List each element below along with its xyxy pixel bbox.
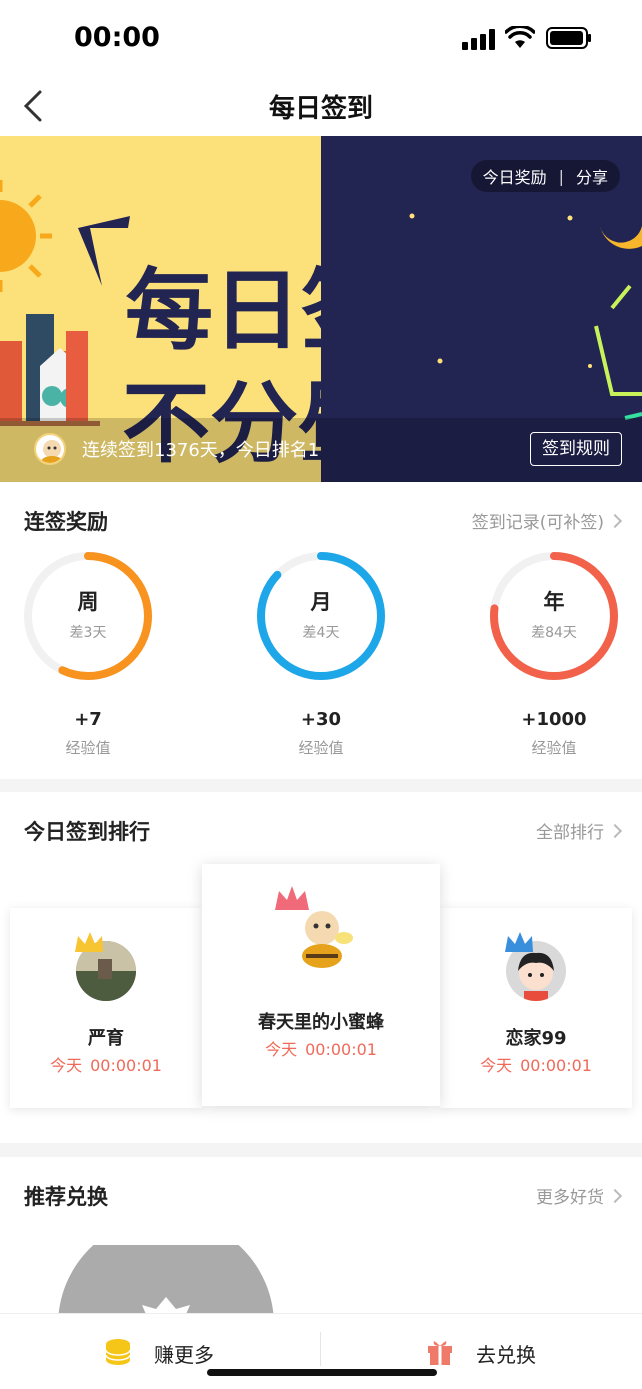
coins-icon [105, 1339, 131, 1365]
streak-rewards-card: 连签奖励 签到记录(可补签) 周 差3天 +7 经验值 月 差4天 +30 经验… [0, 482, 642, 779]
ring-remaining: 差4天 [302, 625, 340, 641]
sign-in-rules-button[interactable]: 签到规则 [530, 432, 622, 466]
daily-ranking-card: 今日签到排行 全部排行 严育 今天 00:00:01 恋家99 今天 00:00… [0, 792, 642, 1143]
city-skyline-illustration [0, 314, 100, 426]
ring-label: 月 [310, 590, 332, 614]
share-link[interactable]: 分享 [576, 164, 608, 188]
reward-value: +1000 [521, 709, 587, 730]
rank-name: 恋家99 [505, 1028, 567, 1049]
crown-icon [275, 886, 309, 910]
reward-value: +7 [74, 709, 102, 730]
reward-unit: 经验值 [531, 739, 577, 757]
rank-card-third[interactable]: 恋家99 今天 00:00:01 [440, 908, 632, 1108]
rank-time: 今天 00:00:01 [480, 1056, 592, 1075]
banner-headline-line1: 每日签到 [125, 259, 477, 362]
today-reward-link[interactable]: 今日奖励 [483, 164, 547, 188]
wifi-icon [505, 26, 535, 48]
banner-streak-bar: 连续签到1376天，今日排名1 签到规则 [0, 418, 642, 482]
rank-card-first[interactable]: 春天里的小蜜蜂 今天 00:00:01 [202, 864, 440, 1106]
moon-icon [600, 216, 642, 249]
all-ranking-link[interactable]: 全部排行 [536, 818, 623, 843]
ring-remaining: 差3天 [69, 625, 107, 641]
month-reward-ring: 月 差4天 [255, 550, 387, 682]
progress-ring [257, 552, 385, 680]
year-reward-ring: 年 差84天 [488, 550, 620, 682]
recommended-exchange-card: 推荐兑换 更多好货 [0, 1157, 642, 1317]
pill-separator: | [558, 166, 564, 186]
go-exchange-label: 去兑换 [476, 1343, 536, 1367]
streak-text: 连续签到1376天，今日排名1 [82, 440, 320, 461]
week-reward-ring: 周 差3天 [22, 550, 154, 682]
page-title: 每日签到 [268, 94, 373, 124]
go-exchange-button[interactable]: 去兑换 [321, 1314, 642, 1389]
nav-bar: 每日签到 [0, 78, 642, 136]
reward-unit: 经验值 [65, 739, 111, 757]
crown-icon [75, 932, 103, 952]
crown-icon [505, 932, 533, 952]
rank-time: 今天 00:00:01 [265, 1040, 377, 1059]
progress-ring [490, 552, 618, 680]
rank-name: 春天里的小蜜蜂 [258, 1012, 384, 1033]
status-bar: 00:00 [0, 0, 642, 78]
chevron-right-icon [607, 513, 623, 528]
status-time: 00:00 [74, 22, 160, 53]
rank-name: 严育 [88, 1028, 124, 1049]
section-title: 今日签到排行 [24, 820, 150, 844]
sun-icon [0, 180, 52, 292]
home-indicator [207, 1369, 437, 1376]
earn-more-label: 赚更多 [154, 1343, 214, 1367]
neon-glass-illustration [594, 284, 642, 396]
more-goods-link[interactable]: 更多好货 [536, 1183, 623, 1208]
ring-label: 年 [543, 590, 565, 614]
chevron-right-icon [607, 823, 623, 838]
product-image-placeholder[interactable] [58, 1245, 274, 1317]
section-title: 连签奖励 [24, 510, 108, 534]
chevron-right-icon [607, 1188, 623, 1203]
reward-value: +30 [300, 709, 342, 730]
rank-card-second[interactable]: 严育 今天 00:00:01 [10, 908, 202, 1108]
progress-ring [24, 552, 152, 680]
signal-icon [462, 28, 496, 50]
banner-actions: 今日奖励 | 分享 [470, 160, 620, 192]
rank-time: 今天 00:00:01 [50, 1056, 162, 1075]
ring-remaining: 差84天 [531, 625, 577, 641]
gift-icon [428, 1341, 452, 1365]
sign-in-record-link[interactable]: 签到记录(可补签) [472, 508, 623, 533]
sign-in-banner: 每日签到 不分昼夜 今日奖励 | 分享 连续签到1376天，今日排名1 签到规则 [0, 136, 642, 482]
section-title: 推荐兑换 [24, 1185, 108, 1209]
avatar [34, 433, 66, 465]
bottom-action-bar: 赚更多 去兑换 [0, 1313, 642, 1389]
battery-icon [546, 27, 591, 49]
ring-label: 周 [77, 590, 99, 614]
earn-more-button[interactable]: 赚更多 [0, 1314, 321, 1389]
reward-unit: 经验值 [298, 739, 344, 757]
